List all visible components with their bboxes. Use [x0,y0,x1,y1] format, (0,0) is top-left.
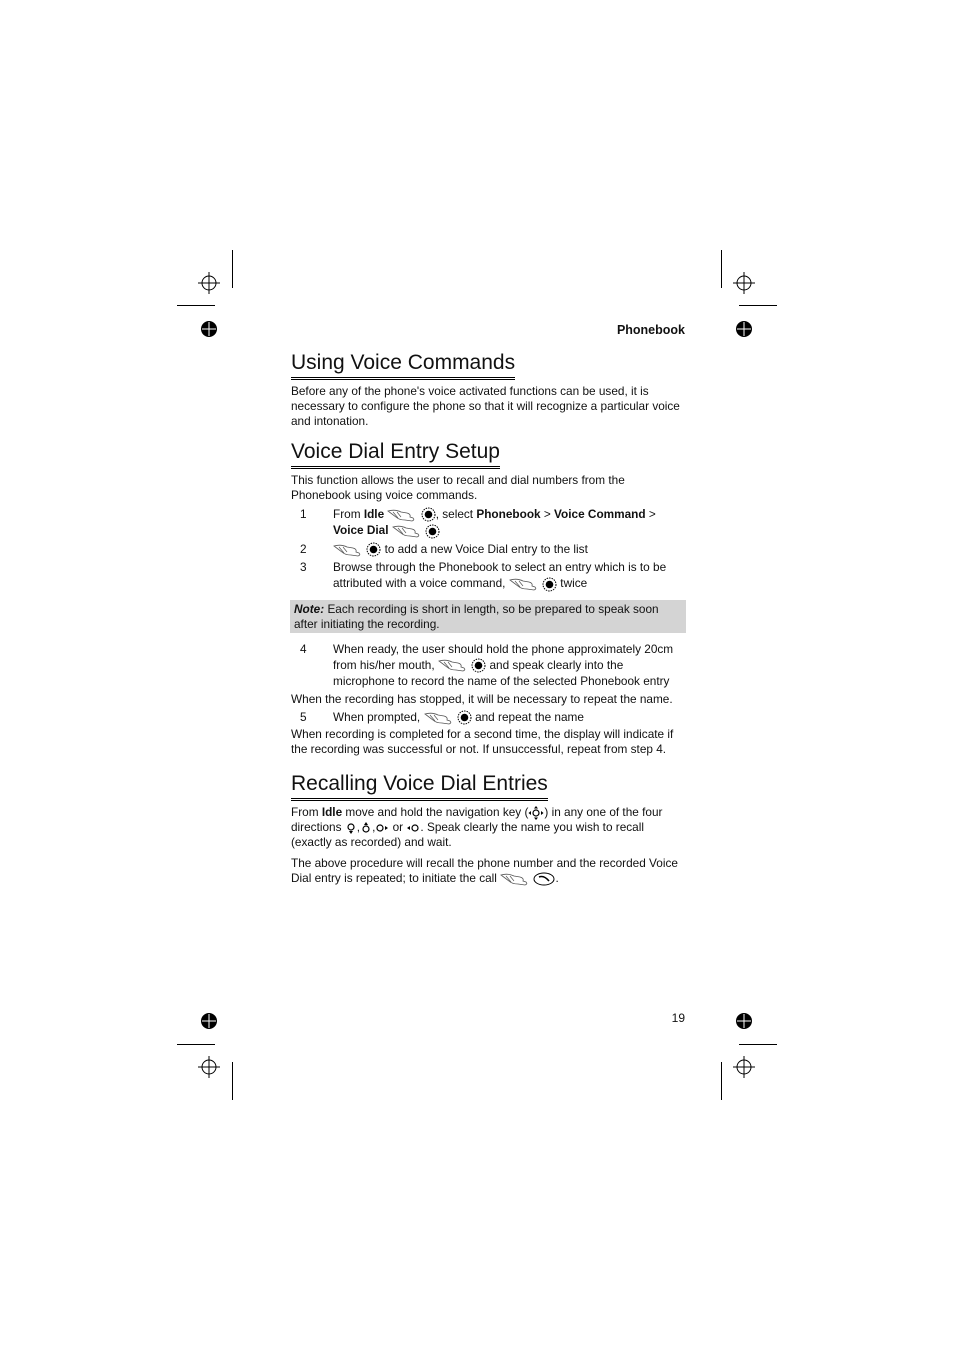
nav-left-icon [407,824,419,832]
step-list: 1 From Idle , select Phonebook > Voice C… [291,506,686,592]
registration-dot-icon [736,1013,752,1029]
select-key-icon [366,542,381,557]
section-title-recalling-voice-dial-entries: Recalling Voice Dial Entries [291,771,548,802]
step-item: 2 to add a new Voice Dial entry to the l… [291,541,686,557]
select-key-icon [421,507,436,522]
press-hand-icon [387,509,415,522]
step-number: 3 [300,560,307,575]
crop-mark [739,305,777,306]
registration-mark-icon [733,1056,755,1078]
crop-mark [177,1044,215,1045]
step-text: When ready, the user should hold the pho… [333,641,674,688]
navigation-key-icon [528,806,544,821]
step-text: When prompted, and repeat the name [333,709,584,725]
press-hand-icon [508,578,536,591]
call-key-icon [533,872,555,886]
step-item: 1 From Idle , select Phonebook > Voice C… [291,506,686,539]
step-item: 3 Browse through the Phonebook to select… [291,559,686,592]
step-number: 5 [300,709,307,724]
select-key-icon [471,658,486,673]
nav-up-icon [362,822,370,833]
step-number: 2 [300,541,307,556]
registration-mark-icon [198,1056,220,1078]
section-title-using-voice-commands: Using Voice Commands [291,350,516,380]
registration-mark-icon [198,272,220,294]
step-item: 5 When prompted, and repeat the name [291,709,686,725]
paragraph: Before any of the phone's voice activate… [291,384,680,428]
registration-mark-icon [733,272,755,294]
crop-mark [232,1062,233,1100]
crop-mark [721,250,722,288]
paragraph: When the recording has stopped, it will … [291,691,673,706]
running-header: Phonebook [616,323,685,337]
press-hand-icon [391,526,419,538]
note-text: Each recording is short in length, so be… [294,601,659,631]
crop-mark [177,305,215,306]
registration-dot-icon [201,321,217,337]
press-hand-icon [333,544,361,557]
step-number: 1 [300,507,307,521]
registration-dot-icon [201,1013,217,1029]
crop-mark [232,250,233,288]
nav-right-icon [376,824,389,832]
paragraph: This function allows the user to recall … [291,473,625,502]
paragraph: When recording is completed for a second… [291,727,674,757]
select-key-icon [425,524,440,539]
step-item: 4 When ready, the user should hold the p… [291,641,686,689]
press-hand-icon [423,712,451,725]
step-number: 4 [300,641,307,656]
paragraph: The above procedure will recall the phon… [291,856,678,886]
note-box: Note: Each recording is short in length,… [290,599,686,633]
press-hand-icon [500,874,528,886]
nav-down-icon [347,823,355,835]
step-text: to add a new Voice Dial entry to the lis… [333,541,686,557]
paragraph: From Idle move and hold the navigation k… [291,805,663,850]
page-content: Using Voice Commands Before any of the p… [290,350,686,886]
step-text: Browse through the Phonebook to select a… [333,560,667,592]
step-text: From Idle , select Phonebook > Voice Com… [333,507,656,539]
note-label: Note: [294,601,325,616]
select-key-icon [542,577,557,592]
select-key-icon [457,710,472,725]
crop-mark [721,1062,722,1100]
registration-dot-icon [736,321,752,337]
crop-mark [739,1044,777,1045]
section-title-voice-dial-entry-setup: Voice Dial Entry Setup [291,439,500,469]
page-number: 19 [671,1011,685,1025]
press-hand-icon [438,660,466,672]
